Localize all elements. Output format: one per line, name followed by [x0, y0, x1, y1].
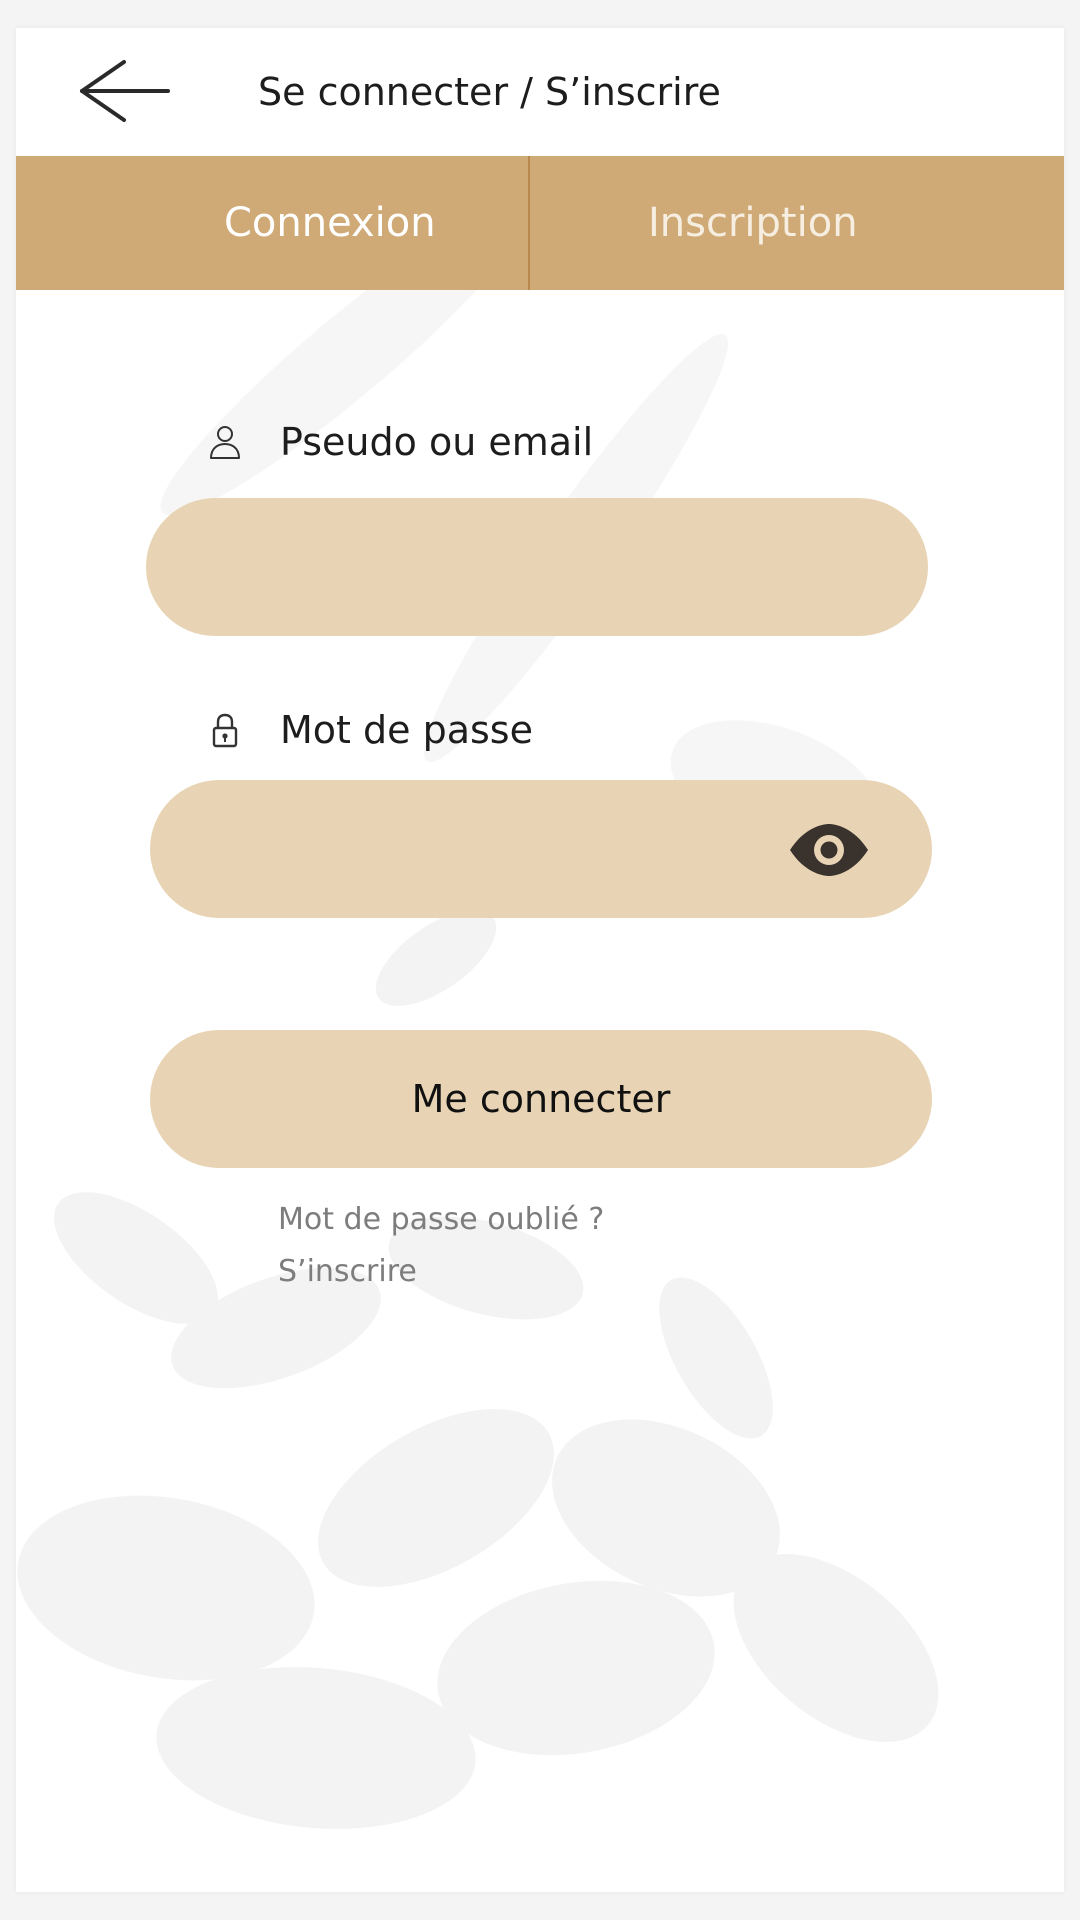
signup-link[interactable]: S’inscrire: [278, 1254, 417, 1289]
username-input[interactable]: [146, 498, 928, 636]
background-pattern: [17, 200, 939, 1829]
toggle-password-visibility-button[interactable]: [788, 822, 870, 878]
login-button[interactable]: Me connecter: [150, 1030, 932, 1168]
forgot-password-link[interactable]: Mot de passe oublié ?: [278, 1202, 604, 1237]
password-label: Mot de passe: [280, 708, 533, 752]
arrow-left-icon: [80, 60, 170, 122]
login-screen: Se connecter / S’inscrire Connexion Insc…: [16, 28, 1064, 1892]
lock-icon: [208, 712, 242, 748]
auth-tabs: Connexion Inscription: [16, 156, 1064, 290]
password-label-row: Mot de passe: [208, 708, 533, 752]
username-label: Pseudo ou email: [280, 420, 594, 464]
back-button[interactable]: [76, 56, 172, 126]
user-icon: [208, 424, 242, 460]
eye-icon: [790, 824, 868, 876]
username-label-row: Pseudo ou email: [208, 420, 593, 464]
tab-connexion[interactable]: Connexion: [16, 156, 530, 290]
page-title: Se connecter / S’inscrire: [258, 70, 721, 114]
tab-inscription[interactable]: Inscription: [530, 156, 1064, 290]
app-header: Se connecter / S’inscrire: [16, 28, 1064, 156]
